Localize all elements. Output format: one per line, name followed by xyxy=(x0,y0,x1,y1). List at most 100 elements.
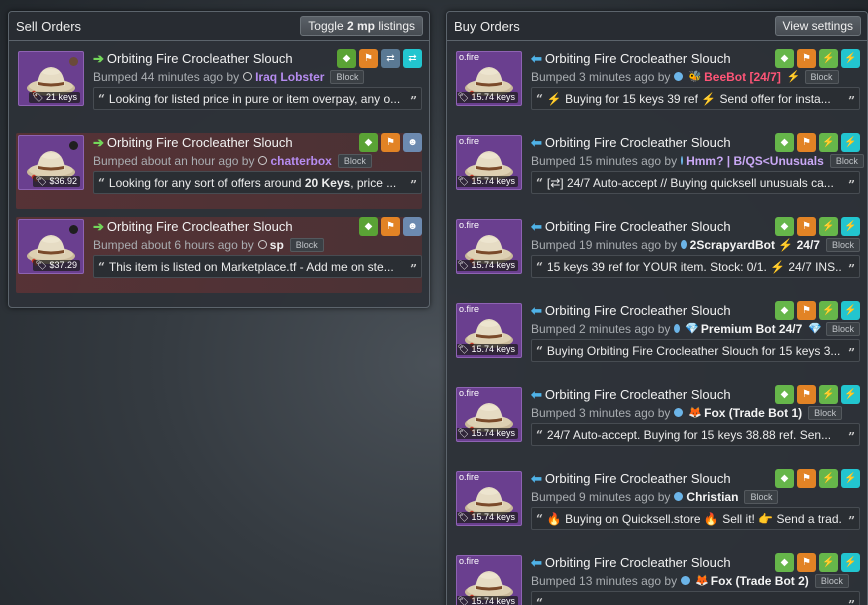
item-name-link[interactable]: Orbiting Fire Crocleather Slouch xyxy=(107,219,293,234)
tag-button[interactable]: ◆ xyxy=(775,301,794,320)
block-button[interactable]: Block xyxy=(744,489,779,504)
tag-button[interactable]: ◆ xyxy=(775,385,794,404)
item-thumbnail[interactable]: o.fire 🏷︎ 15.74 keys xyxy=(456,51,522,106)
block-button[interactable]: Block xyxy=(289,237,324,252)
add-friend-icon: ☻ xyxy=(407,137,418,148)
lightning-icon: ⚡ xyxy=(844,473,857,484)
tag-button[interactable]: ◆ xyxy=(359,217,378,236)
lightning-button[interactable]: ⚡ xyxy=(841,385,860,404)
flag-button[interactable]: ⚑ xyxy=(797,133,816,152)
item-name-link[interactable]: Orbiting Fire Crocleather Slouch xyxy=(107,135,293,150)
swap-button[interactable]: ⇄ xyxy=(381,49,400,68)
username-link[interactable]: Fox (Trade Bot 1) xyxy=(704,406,802,420)
username-link[interactable]: sp xyxy=(270,238,284,252)
lightning-button[interactable]: ⚡ xyxy=(819,553,838,572)
bump-text: Bumped about 6 hours ago by xyxy=(93,237,254,252)
item-thumbnail[interactable]: o.fire 🏷︎ 15.74 keys xyxy=(456,555,522,605)
flag-button[interactable]: ⚑ xyxy=(359,49,378,68)
effect-label: o.fire xyxy=(459,556,480,566)
bump-info: Bumped 2 minutes ago by 💎 Premium Bot 24/7… xyxy=(531,320,860,337)
item-name-link[interactable]: Orbiting Fire Crocleather Slouch xyxy=(545,135,731,150)
sell-orders-title: Sell Orders xyxy=(16,18,82,34)
lightning-button[interactable]: ⚡ xyxy=(841,217,860,236)
lightning-button[interactable]: ⚡ xyxy=(819,133,838,152)
lightning-button[interactable]: ⚡ xyxy=(819,301,838,320)
item-thumbnail[interactable]: o.fire 🏷︎ 15.74 keys xyxy=(456,387,522,442)
block-button[interactable]: Block xyxy=(829,153,864,168)
lightning-button[interactable]: ⚡ xyxy=(841,469,860,488)
toggle-mp-listings-button[interactable]: Toggle 2 mp listings xyxy=(300,16,423,36)
lightning-button[interactable]: ⚡ xyxy=(841,133,860,152)
buy-arrow-icon: ⬅ xyxy=(531,302,542,318)
block-button[interactable]: Block xyxy=(825,237,860,252)
username-link[interactable]: Hmm? | B/QS<Unusuals xyxy=(686,154,824,168)
block-button[interactable]: Block xyxy=(808,405,843,420)
flag-button[interactable]: ⚑ xyxy=(381,217,400,236)
lightning-button[interactable]: ⚡ xyxy=(819,385,838,404)
username-link[interactable]: Iraq Lobster xyxy=(255,70,324,84)
view-settings-button[interactable]: View settings xyxy=(774,16,861,36)
username-link[interactable]: BeeBot [24/7] xyxy=(704,70,781,84)
lightning-button[interactable]: ⚡ xyxy=(841,301,860,320)
tag-icon: ◆ xyxy=(780,53,789,64)
username-link[interactable]: Christian xyxy=(686,490,738,504)
tag-button[interactable]: ◆ xyxy=(775,49,794,68)
item-name-link[interactable]: Orbiting Fire Crocleather Slouch xyxy=(545,387,731,402)
listing-info: ⬅ Orbiting Fire Crocleather Slouch ◆ ⚑ ⚡ ⚡ Bum… xyxy=(531,301,860,362)
add-friend-button[interactable]: ☻ xyxy=(403,133,422,152)
bump-info: Bumped 9 minutes ago by Christian Block xyxy=(531,488,860,505)
lightning-button[interactable]: ⚡ xyxy=(819,469,838,488)
item-thumbnail[interactable]: o.fire 🏷︎ 15.74 keys xyxy=(456,471,522,526)
item-name-link[interactable]: Orbiting Fire Crocleather Slouch xyxy=(545,555,731,570)
listing-actions: ◆ ⚑ ⇄ ⇄ xyxy=(337,49,422,68)
block-button[interactable]: Block xyxy=(804,69,839,84)
lightning-icon: ⚡ xyxy=(844,389,857,400)
username-link[interactable]: chatterbox xyxy=(270,154,331,168)
sell-listing-row: 🏷︎ $37.29 ➔ Orbiting Fire Crocleather Slou… xyxy=(16,217,422,293)
block-button[interactable]: Block xyxy=(330,69,365,84)
tag-icon: ◆ xyxy=(780,305,789,316)
flag-icon: ⚑ xyxy=(364,53,373,64)
block-button[interactable]: Block xyxy=(825,321,860,336)
lightning-button[interactable]: ⚡ xyxy=(841,49,860,68)
comment-text: 15 keys 39 ref for YOUR item. Stock: 0/1… xyxy=(546,259,841,274)
bump-text: Bumped 3 minutes ago by xyxy=(531,405,671,420)
tag-button[interactable]: ◆ xyxy=(337,49,356,68)
lightning-button[interactable]: ⚡ xyxy=(819,49,838,68)
username-link[interactable]: Fox (Trade Bot 2) xyxy=(711,574,809,588)
item-name-link[interactable]: Orbiting Fire Crocleather Slouch xyxy=(545,303,731,318)
item-name-link[interactable]: Orbiting Fire Crocleather Slouch xyxy=(107,51,293,66)
lightning-button[interactable]: ⚡ xyxy=(819,217,838,236)
item-thumbnail[interactable]: 🏷︎ $37.29 xyxy=(18,219,84,274)
tag-button[interactable]: ◆ xyxy=(775,133,794,152)
tag-button[interactable]: ◆ xyxy=(359,133,378,152)
flag-button[interactable]: ⚑ xyxy=(797,385,816,404)
tag-button[interactable]: ◆ xyxy=(775,553,794,572)
item-name-link[interactable]: Orbiting Fire Crocleather Slouch xyxy=(545,51,731,66)
tag-button[interactable]: ◆ xyxy=(775,217,794,236)
username-link[interactable]: Premium Bot 24/7 xyxy=(701,322,802,336)
item-thumbnail[interactable]: o.fire 🏷︎ 15.74 keys xyxy=(456,219,522,274)
item-thumbnail[interactable]: o.fire 🏷︎ 15.74 keys xyxy=(456,303,522,358)
lightning-button[interactable]: ⚡ xyxy=(841,553,860,572)
block-button[interactable]: Block xyxy=(337,153,372,168)
flag-button[interactable]: ⚑ xyxy=(797,301,816,320)
item-name-link[interactable]: Orbiting Fire Crocleather Slouch xyxy=(545,471,731,486)
quote-open-icon: “ xyxy=(536,343,543,358)
flag-button[interactable]: ⚑ xyxy=(797,217,816,236)
comment-text: ⚡ Buying for 15 keys 39 ref ⚡ Send offer… xyxy=(546,91,831,106)
trade-offer-button[interactable]: ⇄ xyxy=(403,49,422,68)
block-button[interactable]: Block xyxy=(814,573,849,588)
item-thumbnail[interactable]: 🏷︎ $36.92 xyxy=(18,135,84,190)
add-friend-button[interactable]: ☻ xyxy=(403,217,422,236)
flag-button[interactable]: ⚑ xyxy=(797,49,816,68)
username-link[interactable]: 2ScrapyardBot ⚡ 24/7 xyxy=(690,238,820,252)
item-thumbnail[interactable]: 🏷︎ 21 keys xyxy=(18,51,84,106)
flag-button[interactable]: ⚑ xyxy=(797,553,816,572)
flag-button[interactable]: ⚑ xyxy=(797,469,816,488)
flag-button[interactable]: ⚑ xyxy=(381,133,400,152)
quote-open-icon: “ xyxy=(536,175,543,190)
item-name-link[interactable]: Orbiting Fire Crocleather Slouch xyxy=(545,219,731,234)
tag-button[interactable]: ◆ xyxy=(775,469,794,488)
item-thumbnail[interactable]: o.fire 🏷︎ 15.74 keys xyxy=(456,135,522,190)
